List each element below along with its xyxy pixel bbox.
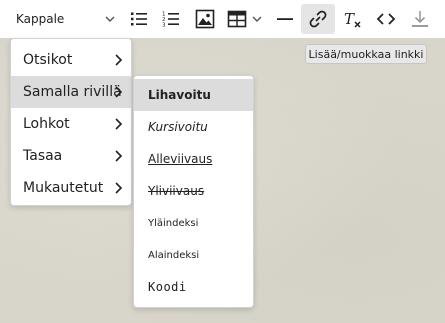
menu-item-label: Yliviivaus — [148, 184, 205, 198]
chevron-down-icon — [105, 16, 115, 22]
download-icon — [412, 11, 428, 27]
chevron-right-icon — [115, 86, 123, 98]
block-format-label: Kappale — [16, 12, 65, 26]
bullet-list-button[interactable] — [128, 4, 150, 34]
menu-item-code[interactable]: Koodi — [134, 271, 253, 303]
menu-item-bold[interactable]: Lihavoitu — [134, 79, 253, 111]
menu-item-label: Alleviivaus — [148, 152, 213, 166]
menu-item-samalla-rivilla[interactable]: Samalla rivillä — [11, 76, 131, 108]
menu-item-label: Lohkot — [23, 116, 70, 132]
chevron-right-icon — [115, 182, 123, 194]
numbered-list-icon: 1 2 3 — [162, 12, 179, 29]
menu-item-label: Kursivoitu — [148, 120, 208, 134]
menu-item-subscript[interactable]: Alaindeksi — [134, 239, 253, 271]
menu-item-lohkot[interactable]: Lohkot — [11, 108, 131, 140]
menu-item-label: Koodi — [148, 280, 187, 294]
horizontal-line-icon — [277, 18, 293, 20]
image-icon — [195, 9, 215, 29]
source-code-button[interactable] — [374, 4, 398, 34]
download-button[interactable] — [408, 4, 432, 34]
menu-item-label: Samalla rivillä — [23, 84, 122, 100]
menu-item-tasaa[interactable]: Tasaa — [11, 140, 131, 172]
menu-item-mukautetut[interactable]: Mukautetut — [11, 172, 131, 204]
inline-format-submenu: Lihavoitu Kursivoitu Alleviivaus Yliviiv… — [133, 75, 254, 308]
table-icon — [227, 10, 262, 28]
chevron-right-icon — [115, 54, 123, 66]
menu-item-label: Lihavoitu — [148, 88, 211, 102]
link-button[interactable] — [301, 4, 335, 34]
menu-item-otsikot[interactable]: Otsikot — [11, 44, 131, 76]
chevron-right-icon — [115, 150, 123, 162]
menu-item-label: Yläindeksi — [148, 217, 199, 229]
chevron-right-icon — [115, 118, 123, 130]
clear-format-icon: T — [344, 10, 361, 28]
numbered-list-button[interactable]: 1 2 3 — [160, 4, 182, 34]
menu-item-underline[interactable]: Alleviivaus — [134, 143, 253, 175]
format-menu: Otsikot Samalla rivillä Lohkot Tasaa Muk… — [10, 38, 132, 206]
svg-text:3: 3 — [162, 23, 166, 29]
block-format-dropdown[interactable]: Kappale — [8, 5, 124, 33]
horizontal-line-button[interactable] — [274, 4, 296, 34]
bullet-list-icon — [131, 12, 147, 26]
menu-item-italic[interactable]: Kursivoitu — [134, 111, 253, 143]
clear-formatting-button[interactable]: T — [342, 4, 364, 34]
link-icon — [309, 10, 327, 28]
svg-text:T: T — [344, 10, 355, 28]
table-button[interactable] — [225, 4, 267, 34]
menu-item-label: Otsikot — [23, 52, 73, 68]
editor-toolbar: Kappale 1 2 3 T — [0, 0, 445, 38]
link-tooltip: Lisää/muokkaa linkki — [305, 44, 427, 64]
menu-item-label: Alaindeksi — [148, 249, 200, 261]
menu-item-superscript[interactable]: Yläindeksi — [134, 207, 253, 239]
menu-item-label: Mukautetut — [23, 180, 104, 196]
insert-image-button[interactable] — [193, 4, 217, 34]
menu-item-label: Tasaa — [23, 148, 63, 164]
menu-item-strikethrough[interactable]: Yliviivaus — [134, 175, 253, 207]
code-icon — [376, 13, 396, 25]
